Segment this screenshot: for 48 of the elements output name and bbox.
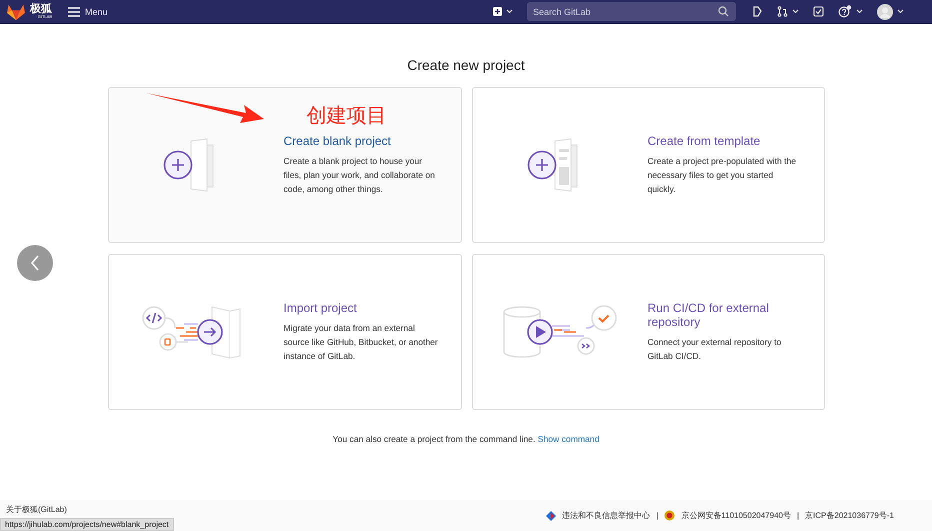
chevron-left-icon	[30, 255, 40, 271]
show-command-link[interactable]: Show command	[538, 434, 600, 444]
police-badge-icon	[664, 510, 676, 521]
issues-icon[interactable]	[752, 6, 763, 17]
card-title: Import project	[284, 301, 358, 315]
footer-link[interactable]: 违法和不良信息举报中心	[562, 510, 650, 521]
card-description: Migrate your data from an external source like GitHub, Bitbucket, or another instance of GitLab.	[284, 322, 439, 363]
help-dropdown[interactable]	[838, 5, 863, 18]
card-title: Run CI/CD for external repository	[648, 301, 770, 329]
separator-text: |	[796, 511, 800, 520]
card-description: Create a blank project to house your files, plan your work, and collaborate on code, among other things.	[284, 155, 436, 196]
caret-icon	[792, 9, 799, 14]
card-title: Create from template	[648, 134, 762, 148]
caret-icon	[506, 9, 513, 14]
menu-icon	[68, 6, 80, 16]
card-description: Create a project pre-populated with the necessary files to get you started quickly.	[648, 155, 798, 196]
project-option-card[interactable]: Run CI/CD for external repository Connect your external repository to GitLab CI/CD.	[472, 254, 824, 410]
menu-button[interactable]: Menu	[68, 6, 108, 16]
card-title: Create blank project	[284, 134, 392, 148]
page-title: Create new project	[407, 57, 525, 73]
footer-link[interactable]: 京公网安备11010502047940号	[681, 510, 791, 521]
merge-request-icon	[777, 6, 788, 17]
pipeline-illustration-icon	[502, 304, 618, 360]
report-center-icon	[546, 510, 556, 520]
search-icon	[718, 6, 729, 17]
footer-link[interactable]: 京ICP备2021036779号-1	[805, 510, 894, 521]
merge-requests-dropdown[interactable]	[777, 6, 799, 17]
project-option-card[interactable]: Import project Migrate your data from an external source like GitHub, Bitbucket, or another instance of GitLab.	[108, 254, 462, 410]
separator-text: |	[656, 511, 658, 520]
plus-square-icon	[493, 7, 502, 16]
about-link[interactable]: 关于极狐(GitLab)	[6, 504, 67, 515]
project-option-card[interactable]: 创建项目 Create blank project Create a blank project to house your files, plan your work, and collaborate on code, among other things.	[108, 87, 462, 243]
status-url-tooltip: https://jihulab.com/projects/new#blank_project	[0, 518, 174, 531]
project-option-card[interactable]: Create from template Create a project pre-populated with the necessary files to get you started quickly.	[472, 87, 824, 243]
caret-icon	[897, 9, 904, 14]
avatar-icon	[877, 4, 893, 20]
annotation-text: 创建项目	[306, 102, 386, 129]
fox-logo-icon[interactable]	[6, 2, 26, 20]
todo-icon[interactable]	[813, 6, 824, 17]
card-description: Connect your external repository to GitLab CI/CD.	[648, 336, 782, 363]
user-avatar-dropdown[interactable]	[877, 4, 904, 20]
search-field[interactable]: Search GitLab	[527, 2, 736, 21]
logo-text[interactable]: 极狐	[30, 4, 52, 15]
back-arrow-button[interactable]	[17, 245, 53, 281]
new-item-dropdown[interactable]	[493, 7, 513, 16]
command-line-hint: You can also create a project from the command line. Show command	[332, 434, 600, 444]
help-icon	[838, 5, 852, 18]
caret-icon	[856, 9, 863, 14]
